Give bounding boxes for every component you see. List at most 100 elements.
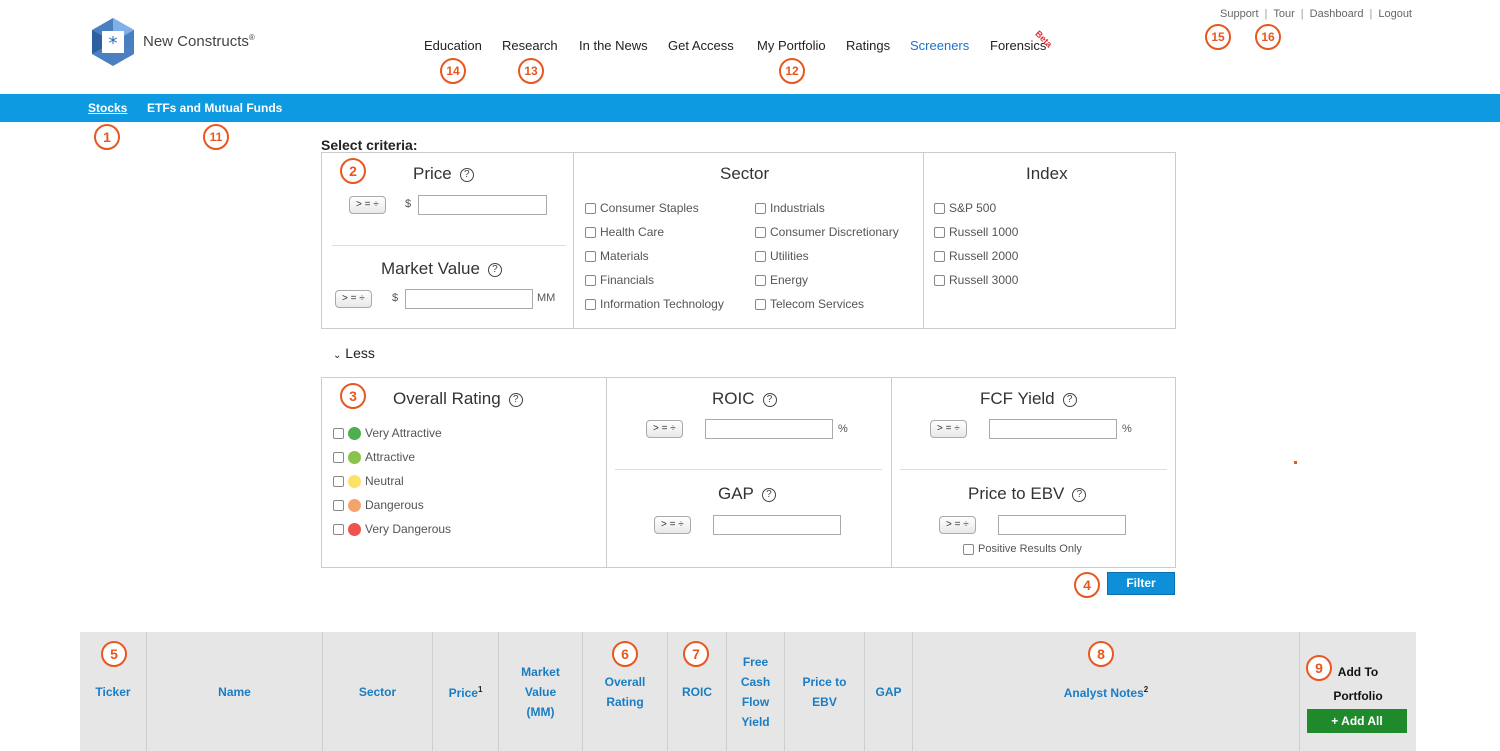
marker-2: 2 bbox=[340, 158, 366, 184]
less-toggle[interactable]: ⌄ Less bbox=[333, 345, 375, 361]
marker-14: 14 bbox=[440, 58, 466, 84]
divider bbox=[615, 469, 882, 470]
mm-unit-label: MM bbox=[537, 292, 556, 304]
filter-button[interactable]: Filter bbox=[1107, 572, 1175, 595]
marker-9: 9 bbox=[1306, 655, 1332, 681]
ebv-operator-select[interactable]: > = ÷ bbox=[939, 516, 976, 534]
nav-get-access[interactable]: Get Access bbox=[668, 38, 734, 53]
marker-1: 1 bbox=[94, 124, 120, 150]
sector-checkbox[interactable]: Consumer Staples bbox=[585, 201, 699, 215]
logout-link[interactable]: Logout bbox=[1378, 8, 1412, 20]
index-checkbox[interactable]: S&P 500 bbox=[934, 201, 996, 215]
percent-unit-label: % bbox=[1122, 423, 1132, 435]
help-icon[interactable]: ? bbox=[761, 488, 776, 502]
dashboard-link[interactable]: Dashboard bbox=[1310, 8, 1364, 20]
nav-research[interactable]: Research bbox=[502, 38, 558, 53]
index-checkbox[interactable]: Russell 2000 bbox=[934, 249, 1018, 263]
index-checkbox[interactable]: Russell 1000 bbox=[934, 225, 1018, 239]
marker-11: 11 bbox=[203, 124, 229, 150]
col-market-value[interactable]: Market Value (MM) bbox=[499, 632, 583, 751]
gap-operator-select[interactable]: > = ÷ bbox=[654, 516, 691, 534]
roic-operator-select[interactable]: > = ÷ bbox=[646, 420, 683, 438]
gap-input[interactable] bbox=[713, 515, 841, 535]
sector-checkbox[interactable]: Utilities bbox=[755, 249, 809, 263]
fcf-input[interactable] bbox=[989, 419, 1117, 439]
sector-checkbox[interactable]: Financials bbox=[585, 273, 654, 287]
help-icon[interactable]: ? bbox=[1062, 393, 1077, 407]
gap-title: GAP? bbox=[718, 484, 776, 504]
marker-5: 5 bbox=[101, 641, 127, 667]
marker-3: 3 bbox=[340, 383, 366, 409]
market-value-input[interactable] bbox=[405, 289, 533, 309]
divider bbox=[900, 469, 1167, 470]
help-icon[interactable]: ? bbox=[487, 263, 502, 277]
nav-education[interactable]: Education bbox=[424, 38, 482, 53]
rating-dot-icon bbox=[348, 498, 361, 512]
tab-stocks[interactable]: Stocks bbox=[88, 101, 127, 115]
utility-links: Support | Tour | Dashboard | Logout bbox=[1220, 8, 1412, 20]
marker-12: 12 bbox=[779, 58, 805, 84]
percent-unit-label: % bbox=[838, 423, 848, 435]
sector-checkbox[interactable]: Industrials bbox=[755, 201, 825, 215]
help-icon[interactable]: ? bbox=[762, 393, 777, 407]
col-sector[interactable]: Sector bbox=[323, 632, 433, 751]
positive-results-checkbox[interactable]: Positive Results Only bbox=[963, 543, 1082, 555]
svg-text:*: * bbox=[109, 33, 118, 54]
rating-checkbox[interactable]: Very Dangerous bbox=[333, 522, 451, 536]
col-price-to-ebv[interactable]: Price to EBV bbox=[785, 632, 865, 751]
fcf-operator-select[interactable]: > = ÷ bbox=[930, 420, 967, 438]
add-all-button[interactable]: + Add All bbox=[1307, 709, 1407, 733]
marker-8: 8 bbox=[1088, 641, 1114, 667]
marker-15: 15 bbox=[1205, 24, 1231, 50]
roic-input[interactable] bbox=[705, 419, 833, 439]
price-operator-select[interactable]: > = ÷ bbox=[349, 196, 386, 214]
price-title: Price? bbox=[413, 164, 474, 184]
nav-my-portfolio[interactable]: My Portfolio bbox=[757, 38, 826, 53]
help-icon[interactable]: ? bbox=[1072, 488, 1087, 502]
sector-checkbox[interactable]: Energy bbox=[755, 273, 808, 287]
marker-4: 4 bbox=[1074, 572, 1100, 598]
nav-ratings[interactable]: Ratings bbox=[846, 38, 890, 53]
sector-checkbox[interactable]: Consumer Discretionary bbox=[755, 225, 899, 239]
rating-checkbox[interactable]: Neutral bbox=[333, 474, 404, 488]
rating-dot-icon bbox=[348, 474, 361, 488]
divider bbox=[332, 245, 566, 246]
sector-checkbox[interactable]: Materials bbox=[585, 249, 649, 263]
col-name[interactable]: Name bbox=[147, 632, 323, 751]
marker-6: 6 bbox=[612, 641, 638, 667]
index-checkbox[interactable]: Russell 3000 bbox=[934, 273, 1018, 287]
support-link[interactable]: Support bbox=[1220, 8, 1259, 20]
help-icon[interactable]: ? bbox=[508, 393, 523, 407]
market-value-operator-select[interactable]: > = ÷ bbox=[335, 290, 372, 308]
currency-label: $ bbox=[392, 292, 399, 304]
overall-rating-title: Overall Rating? bbox=[393, 389, 523, 409]
chevron-down-icon: ⌄ bbox=[333, 350, 342, 361]
ebv-input[interactable] bbox=[998, 515, 1126, 535]
sector-checkbox[interactable]: Health Care bbox=[585, 225, 664, 239]
marker-7: 7 bbox=[683, 641, 709, 667]
rating-checkbox[interactable]: Dangerous bbox=[333, 498, 424, 512]
marker-13: 13 bbox=[518, 58, 544, 84]
sector-checkbox[interactable]: Telecom Services bbox=[755, 297, 864, 311]
price-input[interactable] bbox=[418, 195, 547, 215]
col-price[interactable]: Price1 bbox=[433, 632, 499, 751]
price-to-ebv-title: Price to EBV? bbox=[968, 484, 1087, 504]
rating-dot-icon bbox=[348, 426, 361, 440]
help-icon[interactable]: ? bbox=[459, 168, 474, 182]
currency-label: $ bbox=[405, 198, 412, 210]
stray-dot bbox=[1294, 461, 1297, 464]
rating-checkbox[interactable]: Very Attractive bbox=[333, 426, 442, 440]
nav-in-the-news[interactable]: In the News bbox=[579, 38, 648, 53]
brand-name[interactable]: New Constructs® bbox=[143, 33, 255, 50]
sector-checkbox[interactable]: Information Technology bbox=[585, 297, 724, 311]
select-criteria-title: Select criteria: bbox=[321, 137, 418, 153]
rating-dot-icon bbox=[348, 522, 361, 536]
sector-title: Sector bbox=[720, 164, 770, 183]
tab-etfs-mutual-funds[interactable]: ETFs and Mutual Funds bbox=[147, 101, 282, 115]
logo-icon[interactable]: * bbox=[90, 16, 136, 68]
rating-checkbox[interactable]: Attractive bbox=[333, 450, 415, 464]
col-fcf-yield[interactable]: Free Cash Flow Yield bbox=[727, 632, 785, 751]
nav-screeners[interactable]: Screeners bbox=[910, 38, 969, 53]
tour-link[interactable]: Tour bbox=[1273, 8, 1294, 20]
col-gap[interactable]: GAP bbox=[865, 632, 913, 751]
